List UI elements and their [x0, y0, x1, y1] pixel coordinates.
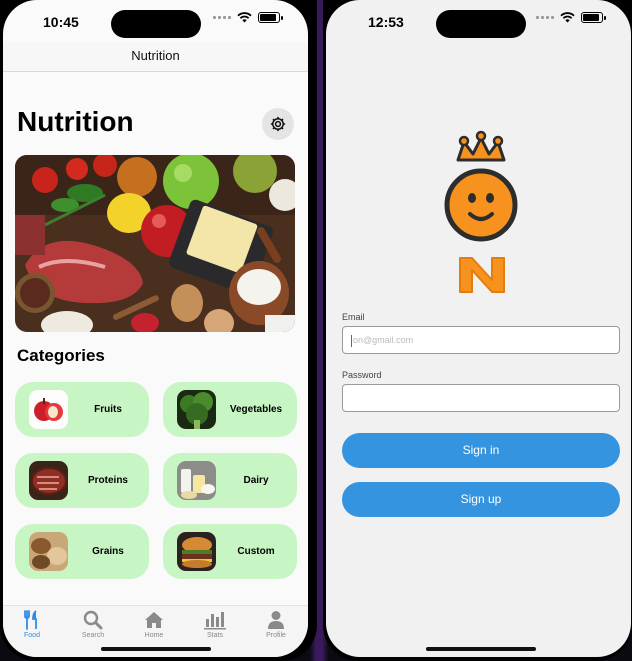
wifi-icon [237, 12, 252, 23]
categories-title: Categories [17, 346, 105, 365]
tab-bar: Food Search Home Stats Profile [3, 605, 308, 657]
status-time: 10:45 [43, 14, 79, 30]
category-fruits[interactable]: Fruits [15, 382, 149, 437]
status-bar: 12:53 [326, 0, 631, 42]
email-label: Email [342, 312, 365, 322]
dairy-photo [177, 461, 216, 500]
category-custom[interactable]: Custom [163, 524, 297, 579]
broccoli-photo [177, 390, 216, 429]
battery-icon [258, 12, 283, 23]
app-logo [436, 130, 526, 305]
tab-home[interactable]: Home [129, 610, 179, 639]
category-label: Fruits [94, 404, 122, 415]
grains-photo [29, 532, 68, 571]
page-title: Nutrition [17, 106, 134, 137]
tab-search[interactable]: Search [68, 610, 118, 639]
category-label: Proteins [87, 475, 128, 486]
screenshot-stage: 10:45 Nutrition Nutrition Categories Fru… [0, 0, 632, 661]
signal-icon [213, 16, 231, 19]
login-screen: 12:53 Email on@gmail.com Password Sign i… [326, 0, 631, 657]
vegetables-thumbnail [177, 390, 216, 429]
custom-thumbnail [177, 532, 216, 571]
category-dairy[interactable]: Dairy [163, 453, 297, 508]
category-label: Grains [92, 546, 124, 557]
food-ingredients-photo [15, 155, 295, 332]
phone-frame-right: 12:53 Email on@gmail.com Password Sign i… [323, 0, 632, 661]
fork-knife-icon [24, 610, 37, 630]
tab-profile[interactable]: Profile [251, 610, 301, 639]
settings-button[interactable] [262, 108, 294, 140]
dynamic-island [436, 10, 526, 38]
burger-photo [177, 532, 216, 571]
category-grains[interactable]: Grains [15, 524, 149, 579]
nav-bar: Nutrition [3, 42, 308, 72]
email-field[interactable]: on@gmail.com [342, 326, 620, 354]
nutrition-screen: 10:45 Nutrition Nutrition Categories Fru… [3, 0, 308, 657]
tab-label: Food [24, 632, 40, 639]
dairy-thumbnail [177, 461, 216, 500]
category-vegetables[interactable]: Vegetables [163, 382, 297, 437]
text-caret [351, 334, 352, 347]
tab-stats[interactable]: Stats [190, 610, 240, 639]
steak-photo [29, 461, 68, 500]
tab-label: Search [81, 632, 105, 639]
home-indicator [426, 647, 536, 651]
nav-title: Nutrition [131, 48, 180, 63]
hero-image [15, 155, 295, 332]
sign-up-button[interactable]: Sign up [342, 482, 620, 517]
fruits-thumbnail [29, 390, 68, 429]
email-field-text: on@gmail.com [353, 335, 414, 345]
password-field[interactable] [342, 384, 620, 412]
gear-icon [270, 116, 286, 132]
category-label: Custom [237, 546, 275, 557]
proteins-thumbnail [29, 461, 68, 500]
status-icons [213, 12, 283, 23]
wifi-icon [560, 12, 575, 23]
person-icon [268, 611, 284, 629]
category-label: Vegetables [229, 404, 283, 415]
tab-label: Stats [207, 632, 223, 639]
grains-thumbnail [29, 532, 68, 571]
mascot-crown-icon [444, 130, 518, 293]
tab-label: Profile [266, 632, 286, 639]
dynamic-island [111, 10, 201, 38]
home-indicator [101, 647, 211, 651]
category-label: Dairy [243, 475, 269, 486]
tab-label: Home [144, 632, 164, 639]
status-time: 12:53 [368, 14, 404, 30]
category-proteins[interactable]: Proteins [15, 453, 149, 508]
search-icon [83, 610, 103, 630]
sign-in-button[interactable]: Sign in [342, 433, 620, 468]
apple-photo [29, 390, 68, 429]
battery-icon [581, 12, 606, 23]
bar-chart-icon [204, 612, 226, 630]
password-label: Password [342, 370, 382, 380]
home-icon [145, 612, 163, 628]
status-bar: 10:45 [3, 0, 308, 42]
status-icons [536, 12, 606, 23]
phone-frame-left: 10:45 Nutrition Nutrition Categories Fru… [0, 0, 317, 661]
tab-food[interactable]: Food [7, 610, 57, 639]
signal-icon [536, 16, 554, 19]
